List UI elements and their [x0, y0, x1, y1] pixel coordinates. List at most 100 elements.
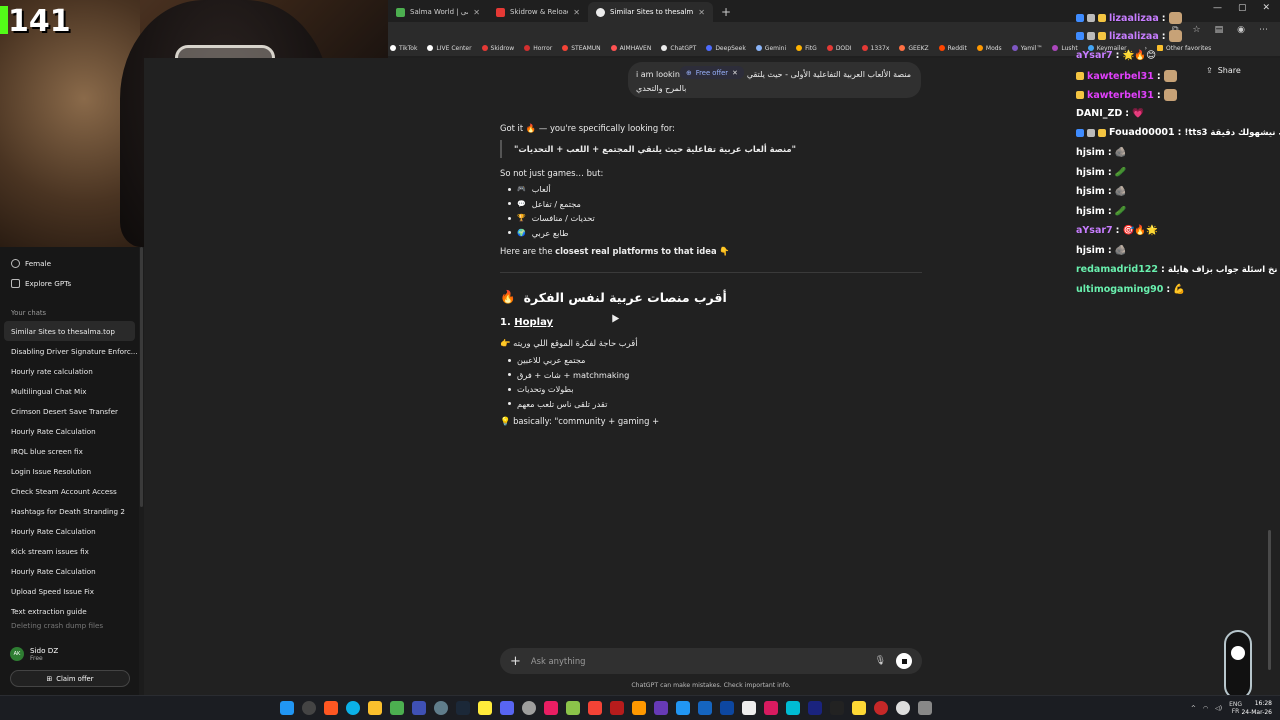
badge-icon [1087, 14, 1095, 22]
bookmark-chatgpt[interactable]: ChatGPT [661, 45, 696, 52]
chat-item[interactable]: Hourly Rate Calculation [0, 561, 139, 581]
globe-icon [396, 7, 405, 17]
language-indicator[interactable]: ENG FR [1229, 701, 1242, 715]
chat-item[interactable]: Deleting crash dump files [0, 621, 139, 631]
app-icon[interactable] [588, 701, 602, 715]
close-icon[interactable]: ✕ [473, 8, 480, 17]
user-profile[interactable]: AK Sido DZ Free [0, 641, 139, 667]
wifi-icon[interactable]: ◠ [1203, 705, 1208, 712]
app-icon[interactable] [434, 701, 448, 715]
bookmark-fitg[interactable]: FitG [796, 45, 817, 52]
bookmark-steamun[interactable]: STEAMUN [562, 45, 601, 52]
chat-item[interactable]: IRQL blue screen fix [0, 441, 139, 461]
app-icon[interactable] [808, 701, 822, 715]
app-icon[interactable] [720, 701, 734, 715]
bookmark-horror[interactable]: Horror [524, 45, 552, 52]
prompt-input[interactable] [530, 656, 865, 666]
bookmark-dodi[interactable]: DODI [826, 45, 852, 52]
bookmark-yamil[interactable]: Yamil™ [1011, 45, 1042, 52]
bookmark-mods[interactable]: Mods [976, 45, 1002, 52]
tab-similar-sites[interactable]: Similar Sites to thesalma.top ✕ [588, 2, 713, 22]
search-icon[interactable] [302, 701, 316, 715]
close-icon[interactable]: ✕ [698, 8, 705, 17]
bookmark-deepseek[interactable]: DeepSeek [706, 45, 746, 52]
app-icon[interactable] [698, 701, 712, 715]
yamil-icon [1011, 45, 1018, 51]
app-icon[interactable] [786, 701, 800, 715]
tab-skidrow[interactable]: Skidrow & Reloaded Games – Do... ✕ [488, 2, 588, 22]
app-icon[interactable] [478, 701, 492, 715]
app-icon[interactable] [566, 701, 580, 715]
section-divider [500, 272, 922, 273]
new-tab-button[interactable]: + [713, 2, 739, 22]
bookmark-geekz[interactable]: GEEKZ [899, 45, 929, 52]
app-icon[interactable] [830, 701, 844, 715]
chat-item[interactable]: Disabling Driver Signature Enforc... [0, 341, 139, 361]
edge-icon[interactable] [346, 701, 360, 715]
app-icon[interactable] [412, 701, 426, 715]
chat-item[interactable]: Kick stream issues fix [0, 541, 139, 561]
tab-salma-world[interactable]: Salma World | عالم سلمى ✕ [388, 2, 488, 22]
app-icon[interactable] [852, 701, 866, 715]
chat-item-active[interactable]: Similar Sites to thesalma.top [4, 321, 135, 341]
chat-username: kawterbel31 [1087, 89, 1154, 101]
volume-icon[interactable]: ◁) [1215, 705, 1222, 712]
sidebar-item-female[interactable]: Female [0, 253, 139, 273]
badge-icon [1076, 32, 1084, 40]
hoplay-link[interactable]: Hoplay [514, 317, 553, 328]
app-icon[interactable] [874, 701, 888, 715]
chat-item[interactable]: Multilingual Chat Mix [0, 381, 139, 401]
chat-item[interactable]: Hourly rate calculation [0, 361, 139, 381]
mods-icon [976, 45, 983, 51]
chat-item[interactable]: Hourly Rate Calculation [0, 421, 139, 441]
plus-icon[interactable]: + [510, 654, 521, 669]
chat-item[interactable]: Upload Speed Issue Fix [0, 581, 139, 601]
bookmark-tiktok[interactable]: TikTok [390, 45, 417, 52]
main-scrollbar[interactable] [1268, 530, 1271, 670]
eagle-icon [1231, 646, 1245, 660]
scrollbar-thumb[interactable] [140, 247, 143, 507]
bookmark-live-center[interactable]: LIVE Center [427, 45, 472, 52]
bookmark-1337x[interactable]: 1337x [861, 45, 889, 52]
steam-icon[interactable] [456, 701, 470, 715]
bookmark-gemini[interactable]: Gemini [755, 45, 786, 52]
file-explorer-icon[interactable] [368, 701, 382, 715]
app-icon[interactable] [610, 701, 624, 715]
chat-item[interactable]: Crimson Desert Save Transfer [0, 401, 139, 421]
settings-icon[interactable] [918, 701, 932, 715]
bookmark-skidrow[interactable]: Skidrow [481, 45, 514, 52]
close-icon[interactable]: ✕ [732, 69, 738, 77]
sidebar-item-explore-gpts[interactable]: Explore GPTs [0, 273, 139, 293]
windows-start-icon[interactable] [280, 701, 294, 715]
badge-icon [1076, 14, 1084, 22]
chat-item[interactable]: Text extraction guide [0, 601, 139, 621]
microphone-icon[interactable]: 🎙 [875, 656, 886, 666]
user-message-line2: بالمرح والتحدي [636, 84, 687, 93]
xbox-icon[interactable] [390, 701, 404, 715]
chat-item[interactable]: Check Steam Account Access [0, 481, 139, 501]
app-icon[interactable] [632, 701, 646, 715]
chat-item[interactable]: Hourly Rate Calculation [0, 521, 139, 541]
brave-icon[interactable] [324, 701, 338, 715]
chat-message: hjsim: 🪨 [1076, 186, 1127, 197]
chevron-up-icon[interactable]: ^ [1191, 705, 1196, 712]
app-icon[interactable] [896, 701, 910, 715]
app-icon[interactable] [742, 701, 756, 715]
close-icon[interactable]: ✕ [573, 8, 580, 17]
stop-button[interactable] [896, 653, 912, 669]
claim-offer-button[interactable]: ⊞ Claim offer [10, 670, 130, 687]
chat-item[interactable]: Login Issue Resolution [0, 461, 139, 481]
clock[interactable]: 16:28 24-Mar-26 [1241, 699, 1272, 717]
free-offer-badge[interactable]: ⊕ Free offer ✕ [680, 66, 744, 79]
chat-item[interactable]: Hashtags for Death Stranding 2 [0, 501, 139, 521]
bookmark-aimhaven[interactable]: AIMHAVEN [610, 45, 651, 52]
discord-icon[interactable] [500, 701, 514, 715]
app-icon[interactable] [544, 701, 558, 715]
list-item: بطولات وتحديات [508, 382, 708, 397]
app-icon[interactable] [654, 701, 668, 715]
app-icon[interactable] [764, 701, 778, 715]
answer-heading: 🔥 أقرب منصات عربية لنفس الفكرة [500, 289, 727, 305]
bookmark-reddit[interactable]: Reddit [938, 45, 967, 52]
app-icon[interactable] [522, 701, 536, 715]
app-icon[interactable] [676, 701, 690, 715]
